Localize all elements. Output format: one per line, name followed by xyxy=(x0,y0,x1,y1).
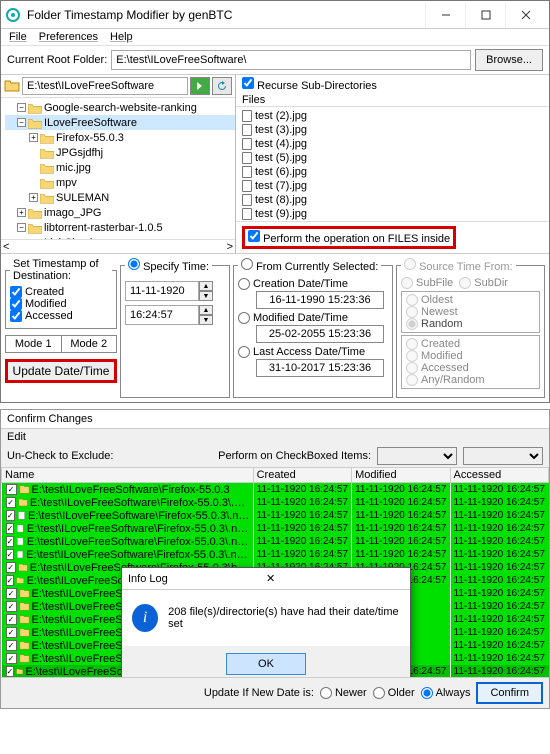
file-item[interactable]: test (5).jpg xyxy=(242,151,543,165)
update-datetime-button[interactable]: Update Date/Time xyxy=(5,359,117,383)
created-checkbox[interactable] xyxy=(10,286,22,298)
creation-radio[interactable] xyxy=(238,278,250,290)
dialog-message: 208 file(s)/directorie(s) have had their… xyxy=(168,606,400,630)
perform-checkboxed-label: Perform on CheckBoxed Items: xyxy=(218,450,371,462)
table-row[interactable]: ✓E:\test\ILoveFreeSoftware\Firefox-55.0.… xyxy=(2,548,549,561)
always-radio[interactable] xyxy=(421,687,433,699)
file-list[interactable]: test (2).jpgtest (3).jpgtest (4).jpgtest… xyxy=(236,107,549,222)
col-name[interactable]: Name xyxy=(2,468,254,483)
col-accessed[interactable]: Accessed xyxy=(450,468,548,483)
files-header: Files xyxy=(236,94,549,107)
mode2-tab[interactable]: Mode 2 xyxy=(62,336,117,352)
table-row[interactable]: ✓E:\test\ILoveFreeSoftware\Firefox-55.0.… xyxy=(2,496,549,509)
date-spinner[interactable]: ▲▼ xyxy=(199,281,213,301)
refresh-button[interactable] xyxy=(212,77,232,95)
modified-value: 25-02-2055 15:23:36 xyxy=(256,325,384,343)
file-item[interactable]: test (8).jpg xyxy=(242,193,543,207)
table-row[interactable]: ✓E:\test\ILoveFreeSoftware\Firefox-55.0.… xyxy=(2,509,549,522)
go-button[interactable] xyxy=(190,77,210,95)
tree-node[interactable]: mic.jpg xyxy=(5,160,235,175)
tree-node[interactable]: +imago_JPG xyxy=(5,205,235,220)
confirm-title: Confirm Changes xyxy=(1,410,549,429)
close-button[interactable] xyxy=(505,3,545,27)
file-item[interactable]: test (7).jpg xyxy=(242,179,543,193)
modified-radio[interactable] xyxy=(238,312,250,324)
maximize-button[interactable] xyxy=(465,3,505,27)
root-folder-label: Current Root Folder: xyxy=(7,54,107,66)
date-input[interactable] xyxy=(125,281,199,301)
tree-node[interactable]: −libtorrent-rasterbar-1.0.5 xyxy=(5,220,235,235)
from-selected-fieldset: From Currently Selected: Creation Date/T… xyxy=(233,258,393,398)
time-spinner[interactable]: ▲▼ xyxy=(199,305,213,325)
modified-checkbox[interactable] xyxy=(10,298,22,310)
older-radio[interactable] xyxy=(373,687,385,699)
menu-help[interactable]: Help xyxy=(110,31,133,43)
perform-on-files-checkbox[interactable]: Perform the operation on FILES inside xyxy=(242,226,456,249)
dialog-title: Info Log xyxy=(128,573,266,585)
file-item[interactable]: test (2).jpg xyxy=(242,109,543,123)
perform-select-2[interactable] xyxy=(463,447,543,465)
folder-tree[interactable]: −Google-search-website-ranking−ILoveFree… xyxy=(1,98,235,239)
table-row[interactable]: ✓E:\test\ILoveFreeSoftware\Firefox-55.0.… xyxy=(2,535,549,548)
tree-scrollbar[interactable]: <> xyxy=(1,239,235,253)
creation-value: 16-11-1990 15:23:36 xyxy=(256,291,384,309)
perform-select-1[interactable] xyxy=(377,447,457,465)
newer-radio[interactable] xyxy=(320,687,332,699)
access-radio[interactable] xyxy=(238,346,250,358)
table-row[interactable]: ✓E:\test\ILoveFreeSoftware\Firefox-55.0.… xyxy=(2,483,549,497)
accessed-checkbox[interactable] xyxy=(10,310,22,322)
main-window: Folder Timestamp Modifier by genBTC File… xyxy=(0,0,550,403)
specify-time-radio[interactable] xyxy=(128,258,140,270)
destination-fieldset: Set Timestamp of Destination: Created Mo… xyxy=(5,258,117,329)
tree-node[interactable]: −Google-search-website-ranking xyxy=(5,100,235,115)
titlebar: Folder Timestamp Modifier by genBTC xyxy=(1,1,549,29)
root-folder-row: Current Root Folder: Browse... xyxy=(1,46,549,74)
tree-panel: −Google-search-website-ranking−ILoveFree… xyxy=(1,75,236,253)
minimize-button[interactable] xyxy=(425,3,465,27)
tree-node[interactable]: mpv xyxy=(5,175,235,190)
menu-preferences[interactable]: Preferences xyxy=(39,31,98,43)
tree-node[interactable]: JPGsjdfhj xyxy=(5,145,235,160)
recurse-checkbox[interactable]: Recurse Sub-Directories xyxy=(242,80,377,92)
confirm-button[interactable]: Confirm xyxy=(476,682,543,704)
tree-node[interactable]: +Firefox-55.0.3 xyxy=(5,130,235,145)
menu-file[interactable]: File xyxy=(9,31,27,43)
info-icon: i xyxy=(132,604,158,632)
tree-node[interactable]: +SULEMAN xyxy=(5,190,235,205)
specify-time-fieldset: Specify Time: ▲▼ ▲▼ xyxy=(120,258,230,398)
update-if-label: Update If New Date is: xyxy=(204,687,314,699)
folder-icon xyxy=(4,78,20,94)
root-folder-input[interactable] xyxy=(111,50,471,70)
window-title: Folder Timestamp Modifier by genBTC xyxy=(27,8,425,22)
access-value: 31-10-2017 15:23:36 xyxy=(256,359,384,377)
app-icon xyxy=(5,7,21,23)
col-modified[interactable]: Modified xyxy=(352,468,450,483)
info-dialog: Info Log ✕ i 208 file(s)/directorie(s) h… xyxy=(121,567,411,677)
file-item[interactable]: test (6).jpg xyxy=(242,165,543,179)
browse-button[interactable]: Browse... xyxy=(475,49,543,71)
tree-node[interactable]: −ILoveFreeSoftware xyxy=(5,115,235,130)
source-time-radio[interactable] xyxy=(404,258,416,270)
table-row[interactable]: ✓E:\test\ILoveFreeSoftware\Firefox-55.0.… xyxy=(2,522,549,535)
source-time-fieldset: Source Time From: SubFile SubDir Oldest … xyxy=(396,258,545,398)
time-input[interactable] xyxy=(125,305,199,325)
uncheck-label: Un-Check to Exclude: xyxy=(7,450,113,462)
menubar: File Preferences Help xyxy=(1,29,549,46)
confirm-window: Confirm Changes Edit Un-Check to Exclude… xyxy=(0,409,550,709)
mode-tabs: Mode 1 Mode 2 xyxy=(5,335,117,353)
col-created[interactable]: Created xyxy=(253,468,351,483)
confirm-edit-menu[interactable]: Edit xyxy=(1,429,549,445)
file-item[interactable]: test (4).jpg xyxy=(242,137,543,151)
dialog-ok-button[interactable]: OK xyxy=(226,653,306,675)
files-panel: Recurse Sub-Directories Files test (2).j… xyxy=(236,75,549,253)
file-item[interactable]: test (9).jpg xyxy=(242,207,543,221)
from-selected-radio[interactable] xyxy=(241,258,253,270)
tree-path-input[interactable] xyxy=(22,77,188,95)
mode1-tab[interactable]: Mode 1 xyxy=(6,336,62,352)
dialog-close-button[interactable]: ✕ xyxy=(266,572,404,585)
file-item[interactable]: test (3).jpg xyxy=(242,123,543,137)
